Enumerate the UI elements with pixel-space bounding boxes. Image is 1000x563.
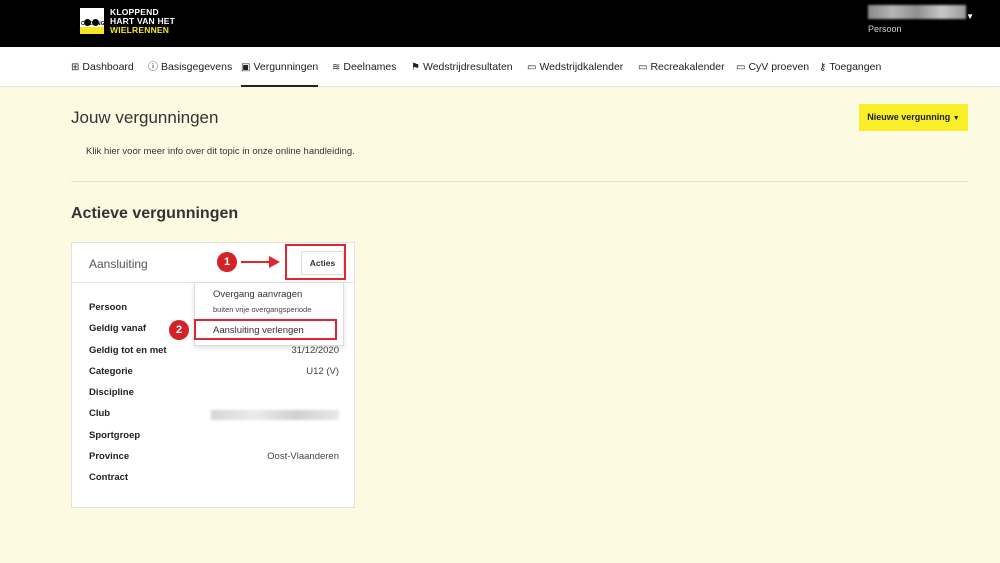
page-title: Jouw vergunningen [71, 108, 219, 127]
calendar-icon: ▭ [736, 62, 746, 73]
nav-item-deelnames[interactable]: ≋ Deelnames [332, 47, 397, 87]
detail-row-contract: Contract [89, 472, 129, 484]
calendar-icon: ▭ [638, 62, 648, 73]
user-name-redacted [868, 5, 966, 19]
nav-item-wedstrijdkalender[interactable]: ▭ Wedstrijdkalender [527, 47, 623, 87]
detail-row-sportgroep: Sportgroep [89, 429, 141, 441]
top-bar: CYCLING KLOPPEND HART VAN HET WIELRENNEN… [0, 0, 1000, 47]
caret-down-icon: ▼ [966, 12, 974, 21]
highlight-aansluiting-verlengen [194, 319, 337, 340]
brand-text: KLOPPEND HART VAN HET WIELRENNEN [110, 7, 176, 35]
detail-row-club: Club [89, 408, 339, 429]
nav-item-recreakalender[interactable]: ▭ Recreakalender [638, 47, 725, 87]
step-badge-2: 2 [169, 320, 189, 340]
detail-row-province: Province Oost-Vlaanderen [89, 451, 339, 463]
section-divider [71, 181, 968, 182]
nav-item-basisgegevens[interactable]: ⓘ Basisgegevens [148, 47, 232, 87]
info-circle-icon: ⓘ [148, 62, 158, 73]
id-card-icon: ▣ [241, 62, 251, 73]
key-icon: ⚷ [819, 62, 827, 73]
step-badge-1: 1 [217, 252, 237, 272]
new-license-button[interactable]: Nieuwe vergunning ▼ [859, 104, 968, 131]
nav-item-wedstrijdresultaten[interactable]: ⚑ Wedstrijdresultaten [411, 47, 513, 87]
user-menu[interactable]: Persoon ▼ [868, 5, 974, 34]
card-title: Aansluiting [89, 257, 148, 271]
nav-item-toegangen[interactable]: ⚷ Toegangen [819, 47, 881, 87]
calendar-icon: ▭ [527, 62, 537, 73]
user-role: Persoon [868, 24, 902, 34]
detail-row-discipline: Discipline [89, 387, 134, 399]
nav-item-dashboard[interactable]: ⊞ Dashboard [71, 47, 134, 87]
help-link[interactable]: Klik hier voor meer info over dit topic … [86, 146, 355, 157]
layers-icon: ≋ [332, 62, 341, 73]
club-value-redacted [211, 410, 339, 421]
flag-checkered-icon: ⚑ [411, 62, 420, 73]
caret-down-icon: ▼ [952, 115, 960, 122]
highlight-actions-button [285, 244, 346, 280]
dashboard-grid-icon: ⊞ [71, 62, 80, 73]
menu-item-overgang-aanvragen[interactable]: Overgang aanvragen [213, 289, 302, 300]
cycling-badge-icon: CYCLING [80, 8, 105, 34]
main-nav: ⊞ Dashboard ⓘ Basisgegevens ▣ Vergunningen … [0, 47, 1000, 87]
nav-item-cyv-proeven[interactable]: ▭ CyV proeven [736, 47, 809, 87]
nav-item-vergunningen[interactable]: ▣ Vergunningen [241, 47, 319, 87]
section-title: Actieve vergunningen [71, 205, 239, 222]
menu-item-overgang-sublabel: buiten vrije overgangsperiode [213, 305, 312, 314]
arrow-right-icon [241, 256, 280, 268]
detail-row-categorie: Categorie U12 (V) [89, 365, 339, 377]
detail-row-geldig-tot: Geldig tot en met 31/12/2020 [89, 344, 339, 356]
brand-logo[interactable]: CYCLING KLOPPEND HART VAN HET WIELRENNEN [80, 8, 175, 35]
